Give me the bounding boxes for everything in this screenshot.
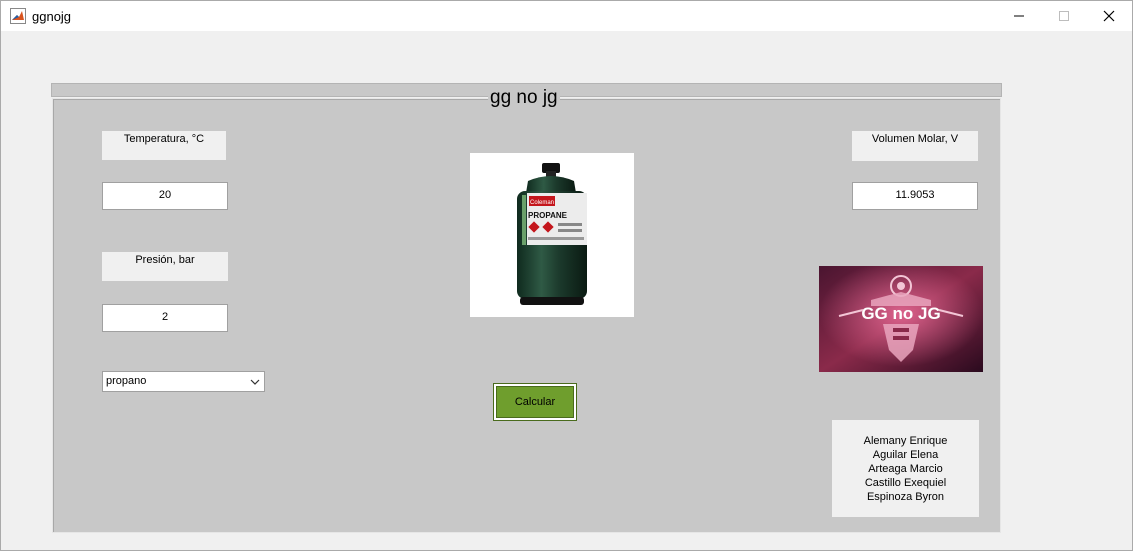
panel-title: gg no jg bbox=[488, 87, 560, 109]
temperature-label: Temperatura, °C bbox=[102, 131, 226, 160]
canister-illustration: Coleman PROPANE bbox=[517, 163, 587, 305]
gas-select-value: propano bbox=[106, 375, 147, 387]
propane-canister-image: Coleman PROPANE bbox=[470, 153, 634, 317]
team-member: Alemany Enrique bbox=[863, 435, 948, 447]
team-member: Espinoza Byron bbox=[866, 491, 945, 503]
team-member: Arteaga Marcio bbox=[868, 463, 943, 475]
calculate-button[interactable]: Calcular bbox=[493, 383, 577, 421]
minimize-icon bbox=[1014, 15, 1024, 17]
logo-text: GG no JG bbox=[861, 304, 940, 323]
matlab-icon bbox=[10, 8, 26, 24]
close-button[interactable] bbox=[1086, 1, 1132, 31]
close-icon bbox=[1103, 10, 1115, 22]
maximize-icon bbox=[1059, 11, 1069, 21]
canister-brand-text: Coleman bbox=[530, 200, 554, 206]
title-bar: ggnojg bbox=[1, 1, 1132, 31]
maximize-button[interactable] bbox=[1041, 1, 1087, 31]
gas-select[interactable]: propano bbox=[102, 371, 265, 392]
pressure-label: Presión, bar bbox=[102, 252, 228, 281]
molar-volume-label: Volumen Molar, V bbox=[852, 131, 978, 161]
gg-no-jg-logo: GG no JG bbox=[819, 266, 983, 372]
molar-volume-output[interactable]: 11.9053 bbox=[852, 182, 978, 210]
app-window: ggnojg gg no jg Temperatura, °C 20 Presi… bbox=[0, 0, 1133, 551]
team-member: Castillo Exequiel bbox=[864, 477, 947, 489]
window-title: ggnojg bbox=[32, 9, 72, 24]
chevron-down-icon[interactable] bbox=[247, 373, 263, 390]
pressure-input[interactable]: 2 bbox=[102, 304, 228, 332]
temperature-input[interactable]: 20 bbox=[102, 182, 228, 210]
canister-label-text: PROPANE bbox=[528, 211, 568, 220]
team-logo-image: GG no JG bbox=[819, 266, 983, 372]
team-members-list: Alemany Enrique Aguilar Elena Arteaga Ma… bbox=[832, 420, 979, 517]
team-member: Aguilar Elena bbox=[872, 449, 939, 461]
minimize-button[interactable] bbox=[996, 1, 1042, 31]
